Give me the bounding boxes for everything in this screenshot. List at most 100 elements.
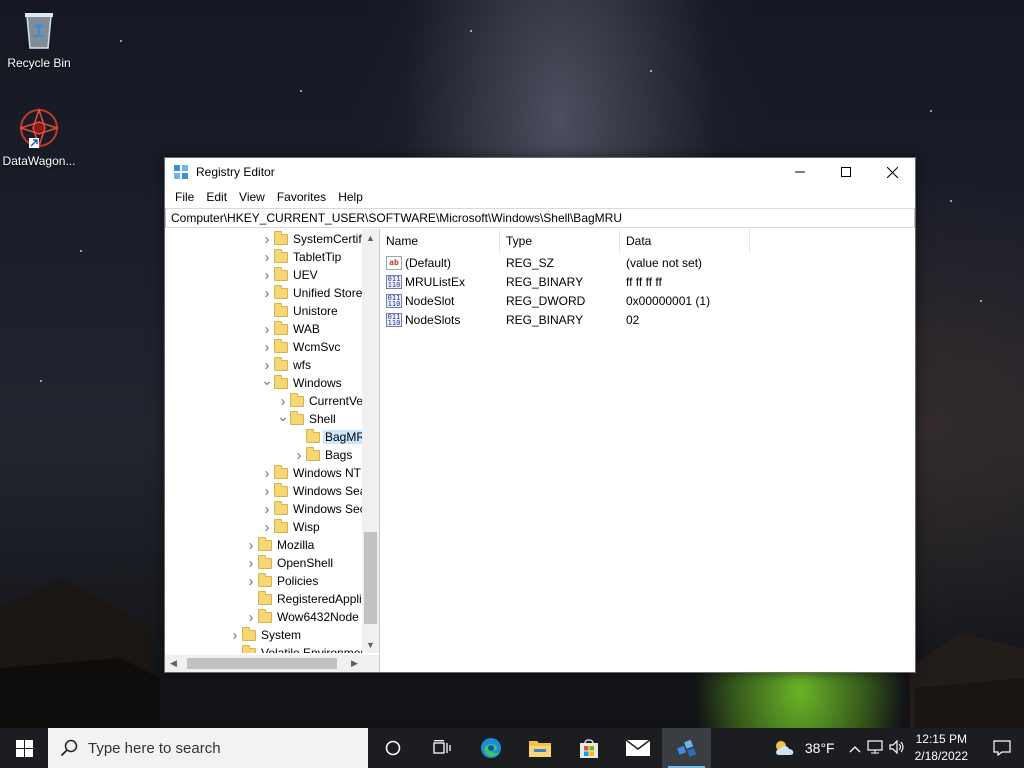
- expand-chevron-icon[interactable]: ›: [244, 572, 258, 590]
- clock[interactable]: 12:15 PM 2/18/2022: [915, 731, 968, 765]
- scroll-thumb[interactable]: [187, 658, 337, 669]
- expand-chevron-icon[interactable]: ›: [260, 248, 274, 266]
- collapse-chevron-icon[interactable]: ⌄: [260, 371, 274, 389]
- folder-icon: [258, 536, 272, 551]
- value-data-cell: (value not set): [626, 255, 703, 270]
- expand-chevron-icon[interactable]: ›: [244, 608, 258, 626]
- scroll-down-icon[interactable]: ▼: [362, 636, 379, 653]
- expand-chevron-icon[interactable]: ›: [260, 266, 274, 284]
- tree-item[interactable]: › WAB: [260, 320, 320, 338]
- column-name-header[interactable]: Name: [380, 229, 500, 253]
- desktop-icon-recycle-bin[interactable]: Recycle Bin: [1, 8, 77, 70]
- collapse-chevron-icon[interactable]: ⌄: [276, 407, 290, 425]
- tree-item[interactable]: › SystemCertificates: [260, 230, 363, 248]
- title-bar[interactable]: Registry Editor: [165, 158, 915, 186]
- expand-chevron-icon[interactable]: ›: [260, 518, 274, 536]
- value-row[interactable]: 011 110 MRUListEx REG_BINARY ff ff ff ff: [380, 272, 915, 291]
- tree-item[interactable]: RegisteredApplication: [244, 590, 363, 608]
- tree-item[interactable]: BagMRU: [292, 428, 363, 446]
- folder-icon: [258, 608, 272, 623]
- folder-icon: [274, 302, 288, 317]
- values-header: Name Type Data: [380, 229, 915, 253]
- tree-item[interactable]: ⌄ Shell: [276, 407, 336, 428]
- expand-chevron-icon[interactable]: ›: [260, 230, 274, 248]
- tree-vertical-scrollbar[interactable]: ▲ ▼: [362, 229, 379, 653]
- tree-item[interactable]: › UEV: [260, 266, 318, 284]
- maximize-button[interactable]: [823, 158, 869, 186]
- cortana-button[interactable]: [368, 728, 417, 768]
- file-explorer-button[interactable]: [515, 728, 564, 768]
- folder-icon: [306, 446, 320, 461]
- menu-help[interactable]: Help: [332, 190, 369, 204]
- menu-favorites[interactable]: Favorites: [271, 190, 332, 204]
- store-button[interactable]: [564, 728, 613, 768]
- tree-item[interactable]: › WcmSvc: [260, 338, 340, 356]
- regedit-taskbar-button[interactable]: [662, 728, 711, 768]
- tree-item[interactable]: ⌄ Windows: [260, 371, 342, 392]
- tree-item-label: Windows: [293, 376, 342, 390]
- desktop-icon-datawagon[interactable]: DataWagon...: [1, 106, 77, 168]
- tree-item[interactable]: › Windows Search: [260, 482, 363, 500]
- tree-item-label: wfs: [293, 358, 311, 372]
- start-button[interactable]: [0, 728, 48, 768]
- tree-item[interactable]: › Wisp: [260, 518, 320, 536]
- expand-chevron-icon[interactable]: ›: [292, 446, 306, 464]
- expand-chevron-icon[interactable]: ›: [260, 320, 274, 338]
- tree-item[interactable]: › Policies: [244, 572, 318, 590]
- value-row[interactable]: 011 110 NodeSlots REG_BINARY 02: [380, 310, 915, 329]
- scroll-right-icon[interactable]: ▶: [346, 655, 363, 672]
- folder-icon: [258, 590, 272, 605]
- tree-item[interactable]: › Bags: [292, 446, 352, 464]
- scroll-left-icon[interactable]: ◀: [165, 655, 182, 672]
- menu-view[interactable]: View: [233, 190, 271, 204]
- tree-item[interactable]: › Windows Security I: [260, 500, 363, 518]
- expand-chevron-icon[interactable]: ›: [244, 554, 258, 572]
- notification-center-button[interactable]: [980, 728, 1024, 768]
- volume-icon[interactable]: [889, 739, 905, 757]
- column-type-header[interactable]: Type: [500, 229, 620, 253]
- tree-item[interactable]: › Wow6432Node: [244, 608, 359, 626]
- menu-file[interactable]: File: [169, 190, 200, 204]
- value-row[interactable]: ab (Default) REG_SZ (value not set): [380, 253, 915, 272]
- scroll-up-icon[interactable]: ▲: [362, 229, 379, 246]
- tree-item[interactable]: Unistore: [260, 302, 338, 320]
- tree-item[interactable]: › Unified Store: [260, 284, 362, 302]
- value-type-cell: REG_SZ: [506, 255, 555, 270]
- menu-edit[interactable]: Edit: [200, 190, 233, 204]
- mail-button[interactable]: [613, 728, 662, 768]
- expand-chevron-icon[interactable]: ›: [228, 626, 242, 644]
- tree-item[interactable]: › OpenShell: [244, 554, 333, 572]
- folder-icon: [290, 392, 304, 407]
- tree-item[interactable]: Volatile Environment: [228, 644, 363, 653]
- tree-item-label: RegisteredApplication: [277, 592, 363, 606]
- tree-item[interactable]: › Mozilla: [244, 536, 314, 554]
- value-row[interactable]: 011 110 NodeSlot REG_DWORD 0x00000001 (1): [380, 291, 915, 310]
- network-icon[interactable]: [867, 739, 883, 757]
- maximize-icon: [841, 167, 851, 177]
- tree-item-label: UEV: [293, 268, 318, 282]
- minimize-button[interactable]: [777, 158, 823, 186]
- task-view-button[interactable]: [417, 728, 466, 768]
- taskbar-search-box[interactable]: Type here to search: [48, 728, 368, 768]
- weather-widget[interactable]: 38°F: [773, 739, 835, 757]
- scroll-thumb[interactable]: [364, 532, 377, 624]
- folder-icon: [242, 626, 256, 641]
- close-button[interactable]: [869, 158, 915, 186]
- expand-chevron-icon[interactable]: ›: [260, 284, 274, 302]
- expand-chevron-icon[interactable]: ›: [260, 482, 274, 500]
- tree-item-label: Wisp: [293, 520, 320, 534]
- tree-item[interactable]: › System: [228, 626, 301, 644]
- tree-item[interactable]: › TabletTip: [260, 248, 341, 266]
- expand-chevron-icon[interactable]: ›: [260, 464, 274, 482]
- tree-horizontal-scrollbar[interactable]: ◀ ▶: [165, 655, 363, 672]
- expand-chevron-icon[interactable]: ›: [260, 500, 274, 518]
- edge-button[interactable]: [466, 728, 515, 768]
- expand-chevron-icon[interactable]: ›: [244, 536, 258, 554]
- expand-chevron-icon[interactable]: ›: [260, 338, 274, 356]
- column-data-header[interactable]: Data: [620, 229, 750, 253]
- value-name-cell: 011 110 MRUListEx: [380, 274, 500, 289]
- address-bar[interactable]: Computer\HKEY_CURRENT_USER\SOFTWARE\Micr…: [165, 208, 915, 228]
- tree-item[interactable]: › Windows NT: [260, 464, 361, 482]
- tree-item-label: Bags: [325, 448, 353, 462]
- show-hidden-icons-chevron-icon[interactable]: [849, 741, 861, 756]
